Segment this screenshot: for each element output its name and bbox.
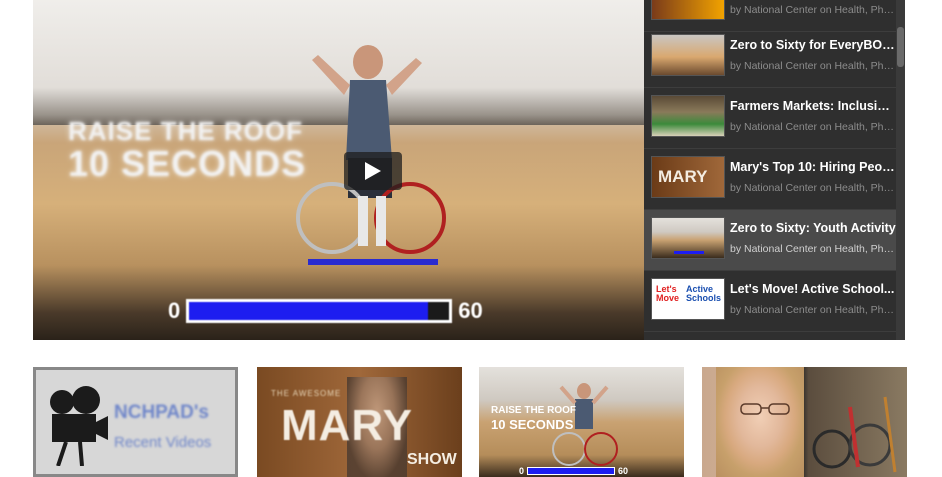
playlist-item-byline: by National Center on Health, Phy... <box>730 304 896 316</box>
tile1-subtitle: Recent Videos <box>114 434 212 451</box>
tile2-show: SHOW <box>407 451 457 468</box>
playlist-item[interactable]: MARY Mary's Top 10: Hiring Peop... by Na… <box>644 149 896 210</box>
playlist-thumbnail: Let's Move Active Schools <box>651 278 725 320</box>
tile3-timer-bar <box>527 467 616 475</box>
playlist-item[interactable]: Zero to Sixty for EveryBODY... by Nation… <box>644 27 896 88</box>
tile3-timer-end: 60 <box>618 466 629 476</box>
woman-portrait-image <box>716 367 804 477</box>
video-thumbnail-strip: NCHPAD's Recent Videos THE AWESOME MARY … <box>33 367 907 477</box>
active-schools-logo: Active Schools <box>686 284 722 303</box>
playlist-panel[interactable]: by National Center on Health, Phy... Zer… <box>644 0 905 340</box>
playlist-item-byline: by National Center on Health, Phy... <box>730 121 896 133</box>
tile1-title: NCHPAD's <box>114 402 209 423</box>
video-thumbnail[interactable] <box>702 367 907 477</box>
playlist-scrollbar-thumb[interactable] <box>897 27 904 67</box>
video-thumbnail[interactable]: THE AWESOME MARY SHOW <box>257 367 462 477</box>
video-thumbnail[interactable]: NCHPAD's Recent Videos <box>33 367 238 477</box>
playlist-item-title: Let's Move! Active School... <box>730 282 895 296</box>
film-camera-icon <box>50 386 108 466</box>
playlist-thumbnail <box>651 217 725 259</box>
playlist-item-byline: by National Center on Health, Phy... <box>730 60 896 72</box>
playlist-scrollbar[interactable] <box>896 0 905 340</box>
playlist-thumbnail: MARY <box>651 156 725 198</box>
glasses-shape <box>740 403 790 415</box>
play-icon <box>365 162 381 180</box>
timer-start: 0 <box>168 298 181 323</box>
timer-graphic: 0 60 <box>168 298 483 324</box>
playlist-item-title: Zero to Sixty for EveryBODY... <box>730 38 896 52</box>
tile2-mary: MARY <box>281 401 413 450</box>
tile3-timer-start: 0 <box>519 466 525 476</box>
overlay-line2: 10 SECONDS <box>68 143 307 184</box>
playlist-item[interactable]: Let's Move Active Schools Let's Move! Acti… <box>644 271 896 332</box>
playlist-thumbnail <box>651 0 725 20</box>
thumb-progress-bar <box>674 251 704 254</box>
playlist-item-title: Zero to Sixty: Youth Activity <box>730 221 896 235</box>
playlist-item-title: Mary's Top 10: Hiring Peop... <box>730 160 896 174</box>
wheelchairs-image <box>812 396 897 473</box>
tile2-the: THE AWESOME <box>271 389 342 398</box>
playlist-item-byline: by National Center on Health, Phy... <box>730 243 896 255</box>
mary-thumb-text: MARY <box>658 167 708 186</box>
playlist-item-byline: by National Center on Health, Phy... <box>730 4 896 16</box>
tile3-line1: RAISE THE ROOF <box>491 405 577 416</box>
video-thumbnail[interactable]: RAISE THE ROOF 10 SECONDS 0 60 <box>479 367 684 477</box>
timer-bar-fill <box>189 302 429 320</box>
playlist-thumbnail <box>651 34 725 76</box>
tile3-line2: 10 SECONDS <box>491 417 574 432</box>
timer-bar <box>186 299 453 323</box>
playlist-item-byline: by National Center on Health, Phy... <box>730 182 896 194</box>
timer-end: 60 <box>458 298 483 323</box>
playlist-item[interactable]: Farmers Markets: Inclusion... by Nationa… <box>644 88 896 149</box>
play-button[interactable] <box>344 152 402 190</box>
video-player[interactable]: RAISE THE ROOF 10 SECONDS 0 60 <box>33 0 644 340</box>
playlist-item-active[interactable]: Zero to Sixty: Youth Activity by Nationa… <box>644 210 896 271</box>
lets-move-logo: Let's Move <box>656 284 680 303</box>
video-overlay-title: RAISE THE ROOF 10 SECONDS <box>68 118 306 182</box>
playlist-thumbnail <box>651 95 725 137</box>
playlist-item-title: Farmers Markets: Inclusion... <box>730 99 896 113</box>
tile3-timer: 0 60 <box>519 466 628 476</box>
overlay-line1: RAISE THE ROOF <box>68 116 304 146</box>
